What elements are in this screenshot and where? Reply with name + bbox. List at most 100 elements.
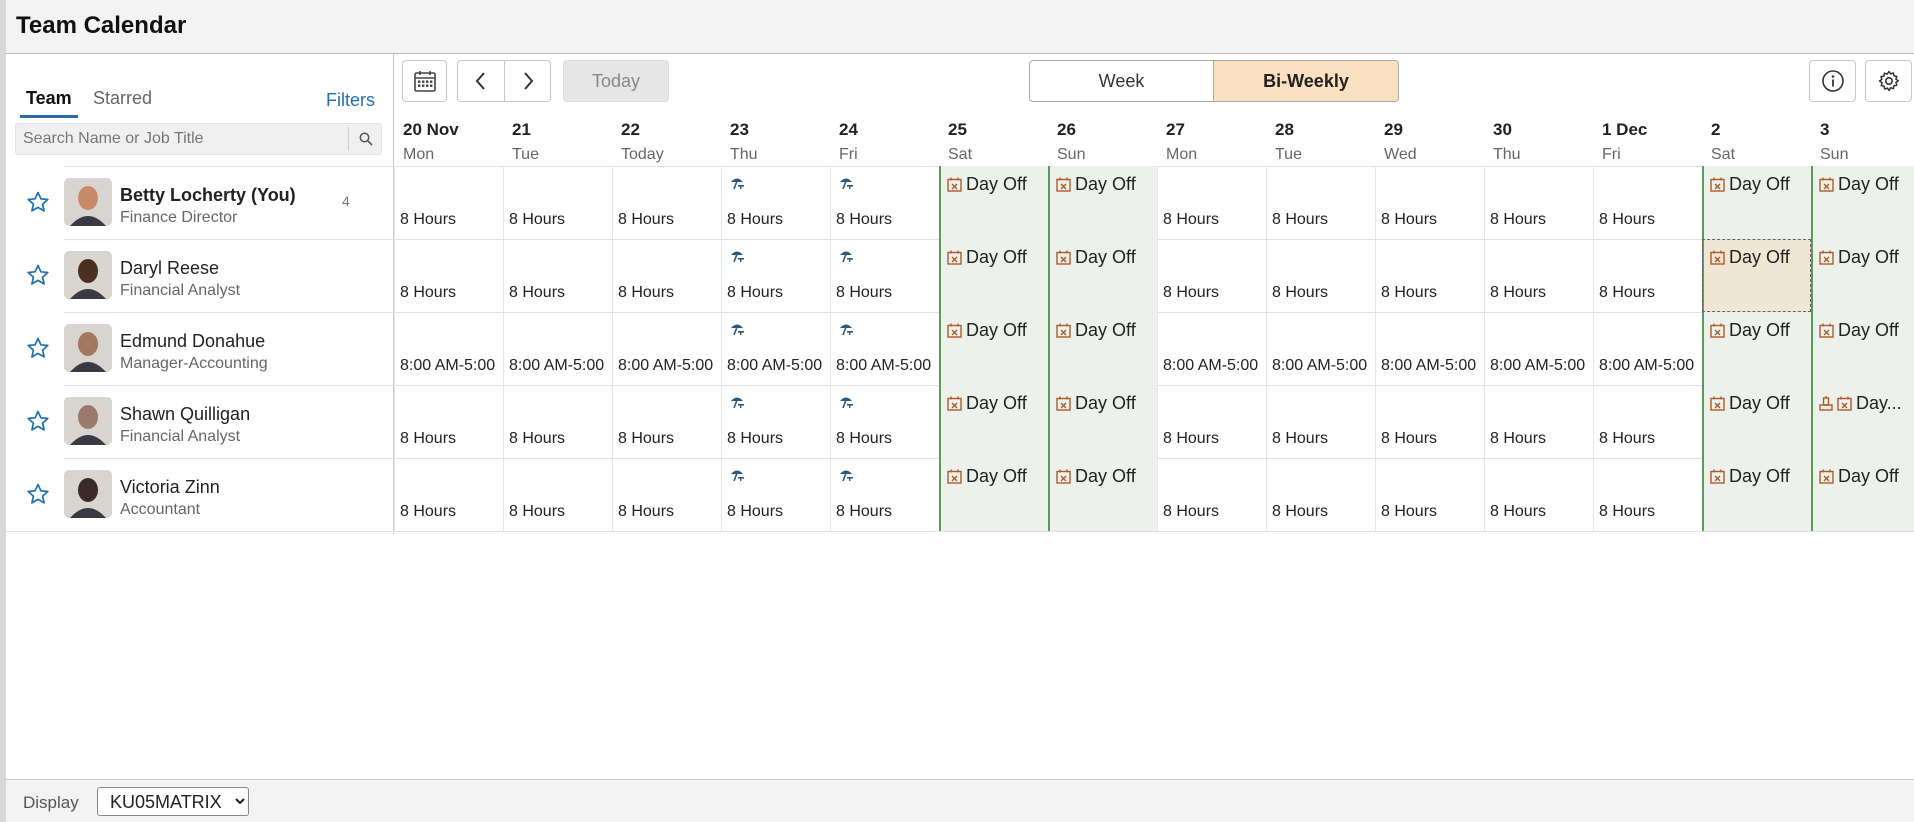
employee-row[interactable]: Edmund Donahue Manager-Accounting [6, 312, 393, 385]
schedule-cell[interactable]: 8 Hours [394, 166, 503, 239]
schedule-cell[interactable]: 8 Hours [721, 239, 830, 312]
tab-team[interactable]: Team [20, 88, 78, 118]
day-off-cell[interactable]: Day Off [939, 458, 1048, 531]
schedule-cell[interactable]: 8 Hours [1375, 239, 1484, 312]
schedule-cell[interactable]: 8 Hours [1593, 385, 1702, 458]
schedule-cell[interactable]: 8:00 AM-5:00 [1484, 312, 1593, 385]
schedule-cell[interactable]: 8:00 AM-5:00 [1157, 312, 1266, 385]
schedule-cell[interactable]: 8 Hours [1266, 385, 1375, 458]
info-button[interactable] [1809, 60, 1856, 102]
schedule-cell[interactable]: 8:00 AM-5:00 [1266, 312, 1375, 385]
calendar-picker-button[interactable] [402, 60, 447, 102]
schedule-cell[interactable]: 8 Hours [612, 458, 721, 531]
schedule-cell[interactable]: 8 Hours [1375, 166, 1484, 239]
schedule-cell[interactable]: 8 Hours [830, 166, 939, 239]
schedule-cell[interactable]: 8 Hours [830, 385, 939, 458]
schedule-cell[interactable]: 8 Hours [1375, 385, 1484, 458]
day-off-cell[interactable]: Day Off [1702, 458, 1811, 531]
employee-name[interactable]: Shawn Quilligan [120, 404, 250, 425]
day-off-cell[interactable]: Day Off [1048, 458, 1157, 531]
tab-starred[interactable]: Starred [93, 88, 152, 115]
schedule-cell[interactable]: 8 Hours [1484, 385, 1593, 458]
day-off-cell[interactable]: Day Off [939, 385, 1048, 458]
star-icon[interactable] [26, 263, 50, 287]
schedule-cell[interactable]: 8 Hours [1375, 458, 1484, 531]
day-off-cell[interactable]: Day Off [939, 166, 1048, 239]
schedule-cell[interactable]: 8 Hours [1157, 239, 1266, 312]
day-off-cell[interactable]: Day Off [939, 239, 1048, 312]
schedule-cell[interactable]: 8 Hours [1157, 458, 1266, 531]
schedule-cell[interactable]: 8 Hours [394, 385, 503, 458]
schedule-cell[interactable]: 8 Hours [721, 385, 830, 458]
today-button[interactable]: Today [563, 60, 669, 102]
schedule-cell[interactable]: 8:00 AM-5:00 [503, 312, 612, 385]
schedule-cell[interactable]: 8 Hours [830, 239, 939, 312]
schedule-cell[interactable]: 8 Hours [1157, 385, 1266, 458]
star-icon[interactable] [26, 482, 50, 506]
day-off-cell[interactable]: Day Off [1048, 312, 1157, 385]
day-off-cell[interactable]: Day Off [1702, 166, 1811, 239]
settings-button[interactable] [1865, 60, 1912, 102]
schedule-cell[interactable]: 8 Hours [1484, 239, 1593, 312]
schedule-cell[interactable]: 8 Hours [503, 239, 612, 312]
filters-link[interactable]: Filters [326, 90, 375, 111]
schedule-cell[interactable]: 8 Hours [1266, 239, 1375, 312]
schedule-cell[interactable]: 8 Hours [830, 458, 939, 531]
search-input[interactable] [16, 124, 346, 154]
employee-name[interactable]: Daryl Reese [120, 258, 219, 279]
day-off-cell[interactable]: Day Off [1811, 239, 1914, 312]
schedule-cell[interactable]: 8 Hours [612, 385, 721, 458]
schedule-cell[interactable]: 8 Hours [1593, 166, 1702, 239]
star-icon[interactable] [26, 336, 50, 360]
schedule-cell[interactable]: 8 Hours [612, 239, 721, 312]
schedule-cell[interactable]: 8 Hours [1484, 166, 1593, 239]
employee-row[interactable]: Daryl Reese Financial Analyst [6, 239, 393, 312]
day-off-cell[interactable]: Day Off [1811, 312, 1914, 385]
employee-row[interactable]: Victoria Zinn Accountant [6, 458, 393, 531]
schedule-cell[interactable]: 8 Hours [503, 458, 612, 531]
schedule-cell[interactable]: 8:00 AM-5:00 [394, 312, 503, 385]
employee-row[interactable]: Betty Locherty (You) Finance Director 4 [6, 166, 393, 239]
day-off-cell[interactable]: Day... [1811, 385, 1914, 458]
schedule-cell[interactable]: 8:00 AM-5:00 [1593, 312, 1702, 385]
day-off-cell[interactable]: Day Off [939, 312, 1048, 385]
day-off-cell[interactable]: Day Off [1048, 239, 1157, 312]
employee-name[interactable]: Victoria Zinn [120, 477, 220, 498]
day-off-cell[interactable]: Day Off [1811, 166, 1914, 239]
schedule-cell[interactable]: 8 Hours [1484, 458, 1593, 531]
day-off-cell[interactable]: Day Off [1702, 239, 1811, 312]
schedule-cell[interactable]: 8 Hours [1266, 166, 1375, 239]
schedule-cell[interactable]: 8 Hours [503, 385, 612, 458]
day-off-cell[interactable]: Day Off [1702, 385, 1811, 458]
week-view-button[interactable]: Week [1029, 60, 1214, 102]
employee-name[interactable]: Edmund Donahue [120, 331, 265, 352]
star-icon[interactable] [26, 190, 50, 214]
schedule-cell[interactable]: 8 Hours [721, 166, 830, 239]
schedule-cell[interactable]: 8:00 AM-5:00 [830, 312, 939, 385]
day-off-cell[interactable]: Day Off [1048, 166, 1157, 239]
schedule-cell[interactable]: 8 Hours [394, 458, 503, 531]
schedule-cell[interactable]: 8 Hours [1593, 458, 1702, 531]
biweekly-view-button[interactable]: Bi-Weekly [1213, 60, 1399, 102]
previous-button[interactable] [457, 60, 505, 102]
search-button[interactable] [354, 127, 378, 151]
employee-row[interactable]: Shawn Quilligan Financial Analyst [6, 385, 393, 458]
display-select[interactable]: KU05MATRIX [97, 787, 249, 816]
schedule-cell[interactable]: 8 Hours [612, 166, 721, 239]
day-off-cell[interactable]: Day Off [1048, 385, 1157, 458]
day-date: 24 [839, 120, 858, 139]
schedule-cell[interactable]: 8 Hours [1266, 458, 1375, 531]
next-button[interactable] [504, 60, 551, 102]
day-off-cell[interactable]: Day Off [1702, 312, 1811, 385]
employee-name[interactable]: Betty Locherty (You) [120, 185, 296, 206]
schedule-cell[interactable]: 8:00 AM-5:00 [1375, 312, 1484, 385]
schedule-cell[interactable]: 8 Hours [503, 166, 612, 239]
schedule-cell[interactable]: 8 Hours [721, 458, 830, 531]
schedule-cell[interactable]: 8:00 AM-5:00 [612, 312, 721, 385]
schedule-cell[interactable]: 8 Hours [1157, 166, 1266, 239]
star-icon[interactable] [26, 409, 50, 433]
day-off-cell[interactable]: Day Off [1811, 458, 1914, 531]
schedule-cell[interactable]: 8 Hours [394, 239, 503, 312]
schedule-cell[interactable]: 8:00 AM-5:00 [721, 312, 830, 385]
schedule-cell[interactable]: 8 Hours [1593, 239, 1702, 312]
